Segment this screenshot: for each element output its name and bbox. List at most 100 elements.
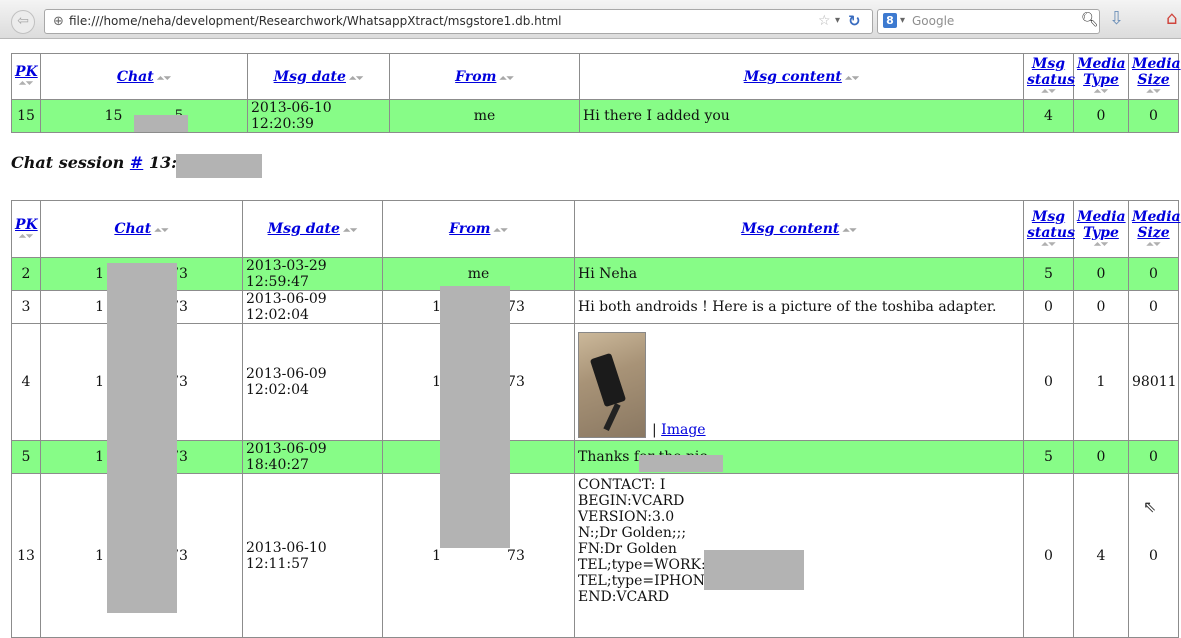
- sort-link-pk[interactable]: PK: [15, 217, 38, 233]
- column-header-media-type[interactable]: Media Type ⏶⏷: [1073, 200, 1129, 258]
- search-engine-icon[interactable]: 8: [883, 13, 897, 28]
- url-bar[interactable]: ⊕ file:///home/neha/development/Research…: [44, 9, 873, 34]
- column-header-msg-date[interactable]: Msg date ⏶⏷: [247, 53, 390, 100]
- redaction-block: [440, 286, 510, 548]
- cell-media-size: 0: [1128, 99, 1179, 133]
- cell-msg-date: 2013-06-10 12:20:39: [247, 99, 390, 133]
- table-row: 2 1 73 2013-03-29 12:59:47 me Hi Neha 5 0…: [11, 257, 1179, 291]
- sort-icon: ⏶⏷: [156, 73, 172, 84]
- sort-link-pk[interactable]: PK: [15, 64, 38, 80]
- cell-media-type: 1: [1073, 323, 1129, 441]
- chat-id-start: 1: [95, 449, 105, 465]
- sort-link-msg-status[interactable]: Msg status: [1027, 209, 1075, 241]
- table-row: 13 1 73 2013-06-10 12:11:57 1 73 CONTACT: …: [11, 473, 1179, 638]
- image-separator: |: [652, 422, 662, 438]
- cell-msg-status: 4: [1023, 99, 1074, 133]
- column-header-pk[interactable]: PK ⏶⏷: [11, 53, 41, 100]
- vcard-line: VERSION:3.0: [578, 509, 675, 525]
- sort-icon: ⏶⏷: [1041, 239, 1056, 250]
- sort-icon: ⏶⏷: [348, 73, 364, 84]
- sort-link-msg-content[interactable]: Msg content: [741, 221, 839, 237]
- cell-pk: 13: [11, 473, 41, 638]
- column-header-chat[interactable]: Chat ⏶⏷: [40, 200, 243, 258]
- sort-link-msg-status[interactable]: Msg status: [1027, 56, 1075, 88]
- from-id-end: 73: [507, 547, 525, 564]
- session-anchor-link[interactable]: #: [130, 153, 143, 172]
- column-header-msg-content[interactable]: Msg content ⏶⏷: [574, 200, 1024, 258]
- column-header-msg-content[interactable]: Msg content ⏶⏷: [579, 53, 1024, 100]
- sort-link-media-size[interactable]: Media Size: [1132, 209, 1181, 241]
- search-placeholder[interactable]: Google: [912, 14, 954, 28]
- sort-link-chat[interactable]: Chat: [114, 221, 151, 237]
- header-line: Msg: [1031, 56, 1066, 72]
- sort-link-media-type[interactable]: Media Type: [1077, 209, 1126, 241]
- sort-link-chat[interactable]: Chat: [117, 69, 154, 85]
- sort-link-msg-date[interactable]: Msg date: [268, 221, 340, 237]
- cell-media-type: 0: [1073, 257, 1129, 291]
- column-header-msg-status[interactable]: Msg status ⏶⏷: [1023, 53, 1075, 100]
- globe-icon: ⊕: [53, 14, 64, 29]
- image-link[interactable]: Image: [661, 422, 705, 438]
- cell-msg-date: 2013-03-29 12:59:47: [242, 257, 383, 291]
- sort-icon: ⏶⏷: [493, 226, 508, 236]
- bookmark-star-icon[interactable]: ☆: [818, 13, 831, 29]
- header-line: Size: [1137, 224, 1170, 241]
- sort-icon: ⏶⏷: [499, 73, 514, 84]
- cable-shape: [603, 403, 621, 431]
- cell-msg-date: 2013-06-09 18:40:27: [242, 440, 383, 474]
- cell-msg-date: 2013-06-10 12:11:57: [242, 473, 383, 638]
- redaction-block: [639, 455, 723, 472]
- cell-pk: 3: [11, 290, 41, 324]
- url-text[interactable]: file:///home/neha/development/Researchwo…: [69, 14, 562, 28]
- sort-link-media-size[interactable]: Media Size: [1132, 56, 1181, 88]
- adapter-photo-thumbnail[interactable]: [578, 332, 646, 438]
- table-header-row: PK ⏶⏷ Chat ⏶⏷ Msg date ⏶⏷ From ⏶⏷ Msg conten…: [11, 53, 1181, 100]
- search-engine-dropdown-icon[interactable]: ▾: [900, 15, 905, 26]
- sort-link-media-type[interactable]: Media Type: [1077, 56, 1126, 88]
- adapter-shape: [589, 352, 627, 408]
- column-header-media-size[interactable]: Media Size ⏶⏷: [1128, 200, 1181, 258]
- cell-from: me: [389, 99, 580, 133]
- cell-msg-status: 0: [1023, 290, 1074, 324]
- column-header-from[interactable]: From ⏶⏷: [382, 200, 575, 258]
- column-header-pk[interactable]: PK ⏶⏷: [11, 200, 41, 258]
- download-arrow-icon[interactable]: ⇩: [1109, 8, 1124, 29]
- browser-navbar: ⇦ ⊕ file:///home/neha/development/Resear…: [0, 0, 1181, 39]
- header-line: Type: [1083, 72, 1119, 88]
- column-header-media-type[interactable]: Media Type ⏶⏷: [1073, 53, 1129, 100]
- messages-table-2: PK ⏶⏷ Chat ⏶⏷ Msg date ⏶⏷ From ⏶⏷ Msg conten…: [11, 200, 1181, 638]
- header-line: Msg: [1031, 208, 1066, 225]
- redaction-block: [176, 154, 262, 178]
- chat-id-start: 15: [104, 108, 123, 124]
- url-dropdown-icon[interactable]: ▾: [835, 15, 840, 26]
- sort-icon: ⏶⏷: [1146, 239, 1161, 250]
- sort-link-msg-content[interactable]: Msg content: [744, 69, 842, 85]
- home-icon[interactable]: ⌂: [1166, 8, 1177, 29]
- sort-icon: ⏶⏷: [342, 226, 358, 236]
- column-header-from[interactable]: From ⏶⏷: [389, 53, 580, 100]
- header-line: status: [1027, 224, 1075, 241]
- header-line: status: [1027, 72, 1075, 88]
- mouse-cursor-icon: ⇖: [1143, 497, 1157, 516]
- vcard-line: END:VCARD: [578, 589, 670, 605]
- cell-media-type: 0: [1073, 99, 1129, 133]
- column-header-msg-date[interactable]: Msg date ⏶⏷: [242, 200, 383, 258]
- sort-icon: ⏶⏷: [18, 79, 34, 89]
- back-arrow-icon[interactable]: ⇦: [11, 10, 35, 34]
- header-line: Media: [1077, 56, 1126, 72]
- sort-link-msg-date[interactable]: Msg date: [274, 69, 346, 85]
- chat-id-start: 1: [95, 266, 105, 282]
- column-header-media-size[interactable]: Media Size ⏶⏷: [1128, 53, 1181, 100]
- search-bar[interactable]: 8 ▾ Google 🔍︎: [877, 9, 1100, 34]
- sort-link-from[interactable]: From: [449, 221, 490, 237]
- cell-media-size: 0: [1128, 440, 1179, 474]
- header-line: Media: [1132, 208, 1181, 225]
- session-label: Chat session: [11, 153, 130, 172]
- sort-icon: ⏶⏷: [154, 226, 169, 236]
- sort-link-from[interactable]: From: [455, 69, 496, 85]
- sort-icon: ⏶⏷: [18, 231, 34, 242]
- column-header-msg-status[interactable]: Msg status ⏶⏷: [1023, 200, 1075, 258]
- reload-icon[interactable]: ↻: [848, 12, 861, 30]
- magnifier-icon[interactable]: 🔍︎: [1081, 12, 1099, 28]
- column-header-chat[interactable]: Chat ⏶⏷: [40, 53, 248, 100]
